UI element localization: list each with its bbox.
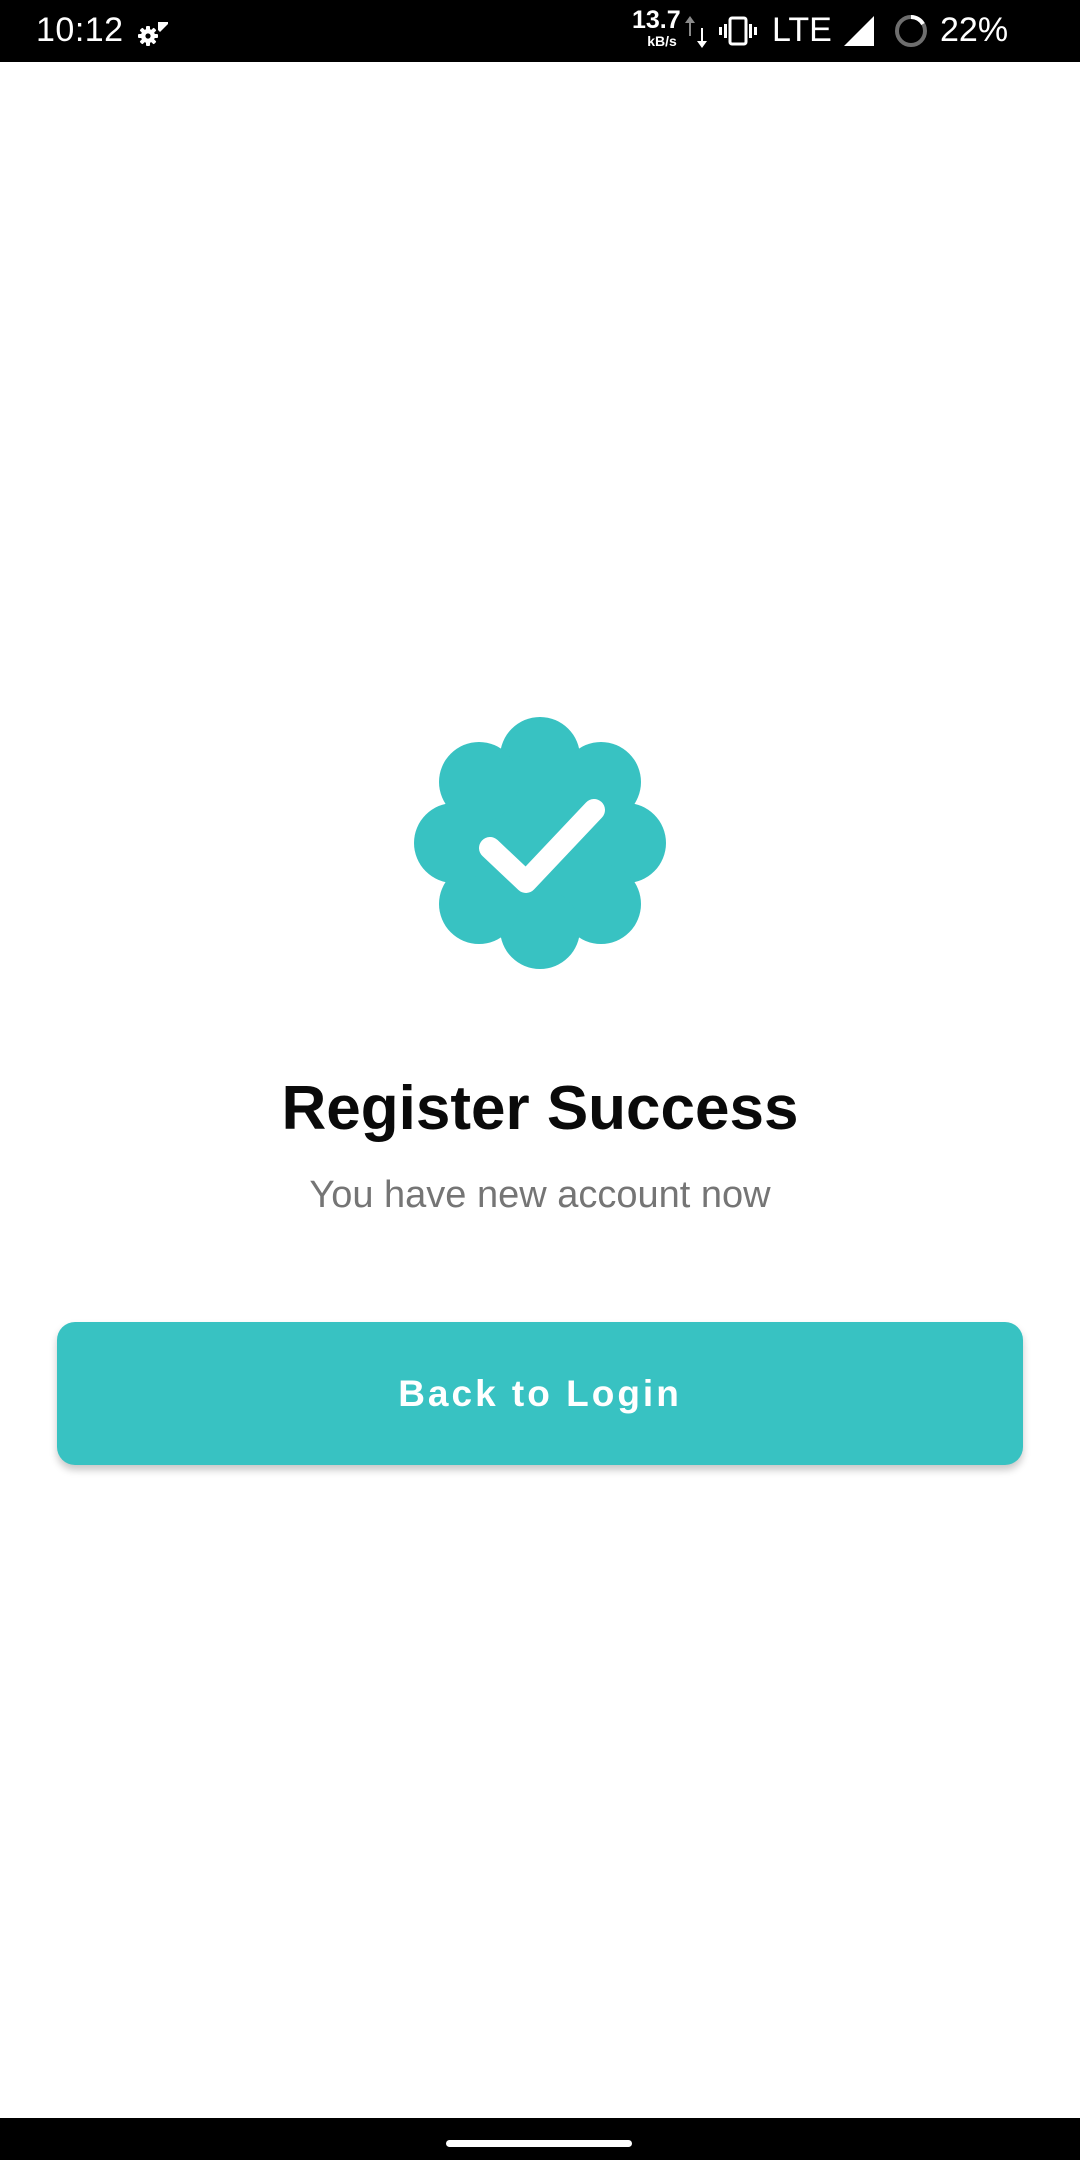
page-title: Register Success	[281, 1074, 799, 1143]
navigation-bar	[0, 2118, 1080, 2160]
status-time: 10:12	[36, 11, 124, 49]
cell-signal-icon	[844, 16, 874, 46]
battery-saver-ring-icon	[895, 15, 927, 47]
back-to-login-button[interactable]: Back to Login	[57, 1322, 1023, 1465]
data-transfer-arrows-icon	[685, 16, 707, 48]
settings-gear-icon	[138, 22, 168, 46]
home-gesture-handle[interactable]	[446, 2140, 632, 2147]
network-speed-unit: kB/s	[647, 33, 677, 49]
page-subtitle: You have new account now	[309, 1174, 771, 1216]
network-speed-value: 13.7	[632, 6, 681, 34]
network-speed: 13.7 kB/s	[632, 6, 681, 49]
battery-percent: 22%	[940, 11, 1009, 49]
status-bar: 10:12 13.7 kB/s LTE 22%	[0, 0, 1080, 62]
network-type: LTE	[772, 11, 832, 49]
vibrate-icon	[719, 16, 757, 46]
verified-check-badge-icon	[414, 717, 666, 969]
